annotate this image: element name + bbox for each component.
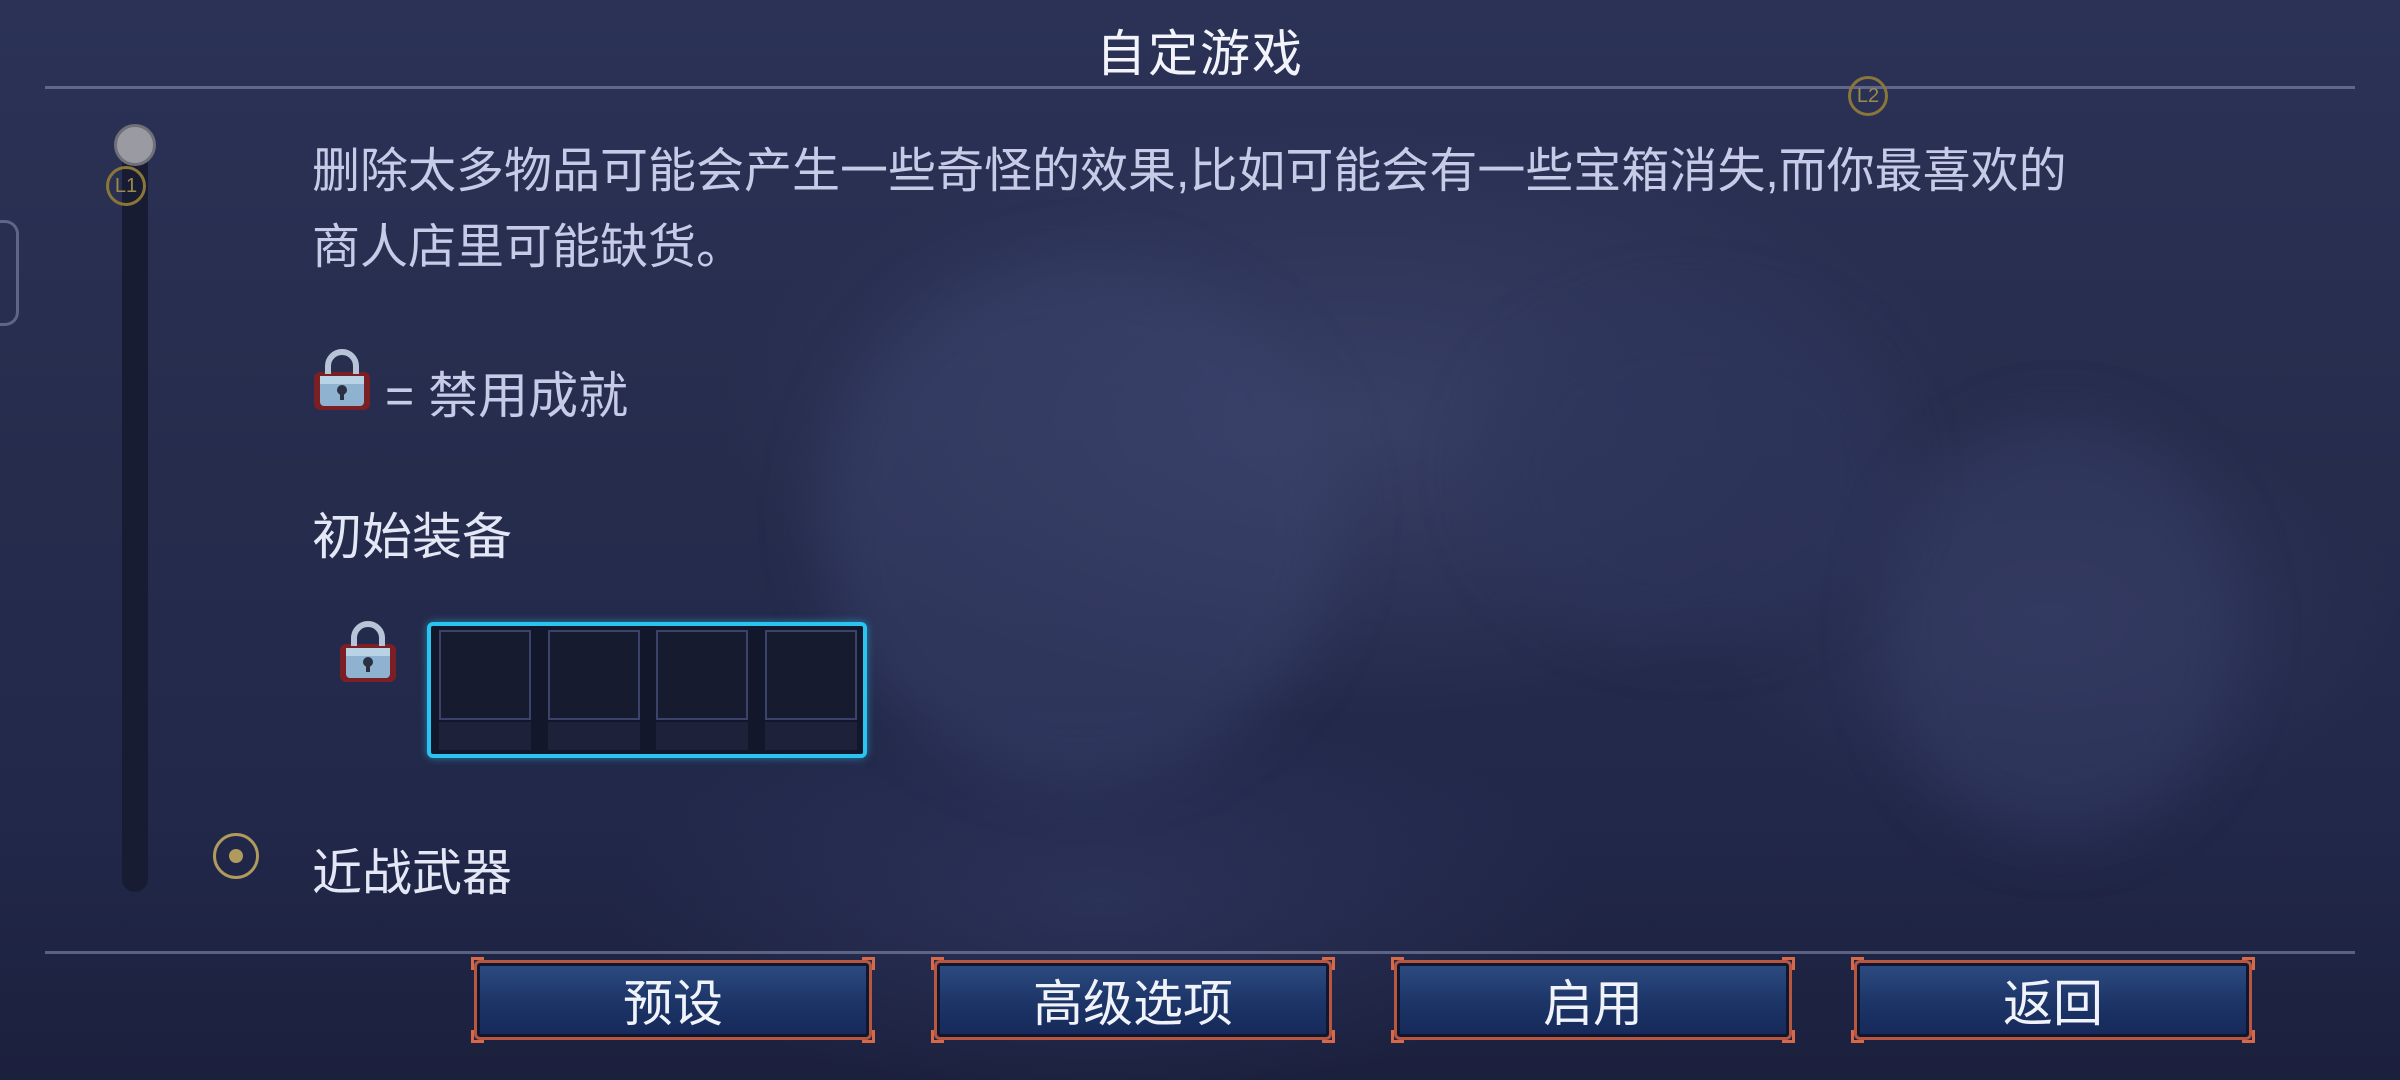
button-corner-ornament	[1851, 1030, 1864, 1043]
button-corner-ornament	[471, 1030, 484, 1043]
lock-icon	[340, 621, 396, 682]
warning-description: 删除太多物品可能会产生一些奇怪的效果,比如可能会有一些宝箱消失,而你最喜欢的商人…	[312, 145, 2067, 274]
gear-slot[interactable]	[656, 630, 748, 750]
background-art	[820, 260, 1340, 780]
button-corner-ornament	[1391, 957, 1404, 970]
button-corner-ornament	[1851, 957, 1864, 970]
scrollbar-thumb[interactable]	[114, 124, 156, 166]
button-corner-ornament	[1391, 1030, 1404, 1043]
back-button[interactable]: 返回	[1851, 957, 2255, 1043]
section-starting-gear-label: 初始装备	[312, 509, 512, 565]
preset-button[interactable]: 预设	[471, 957, 875, 1043]
melee-weapon-label[interactable]: 近战武器	[312, 833, 512, 905]
button-corner-ornament	[931, 957, 944, 970]
button-corner-ornament	[471, 957, 484, 970]
advanced-options-button[interactable]: 高级选项	[931, 957, 1335, 1043]
scrollbar-track[interactable]	[122, 140, 148, 892]
background-art	[1480, 300, 1900, 640]
button-corner-ornament	[862, 1030, 875, 1043]
enable-button[interactable]: 启用	[1391, 957, 1795, 1043]
background-art	[1880, 420, 2240, 840]
gear-slot[interactable]	[547, 630, 640, 750]
button-corner-ornament	[1322, 957, 1335, 970]
page-title: 自定游戏	[1096, 26, 1304, 82]
button-corner-ornament	[2242, 957, 2255, 970]
button-corner-ornament	[1782, 957, 1795, 970]
side-tab[interactable]	[0, 220, 19, 326]
button-corner-ornament	[2242, 1030, 2255, 1043]
header-divider	[45, 86, 2355, 89]
l2-button-hint: L2	[1848, 76, 1888, 116]
button-corner-ornament	[862, 957, 875, 970]
lock-icon	[314, 349, 370, 410]
melee-radio[interactable]	[213, 833, 259, 879]
footer-divider	[45, 951, 2355, 954]
l1-button-hint: L1	[106, 166, 146, 206]
gear-slot[interactable]	[764, 630, 857, 750]
button-corner-ornament	[1322, 1030, 1335, 1043]
button-corner-ornament	[1782, 1030, 1795, 1043]
starting-gear-slots[interactable]	[427, 622, 867, 758]
radio-dot	[229, 849, 243, 863]
legend-text: = 禁用成就	[385, 368, 629, 424]
gear-slot[interactable]	[439, 630, 531, 750]
button-corner-ornament	[931, 1030, 944, 1043]
